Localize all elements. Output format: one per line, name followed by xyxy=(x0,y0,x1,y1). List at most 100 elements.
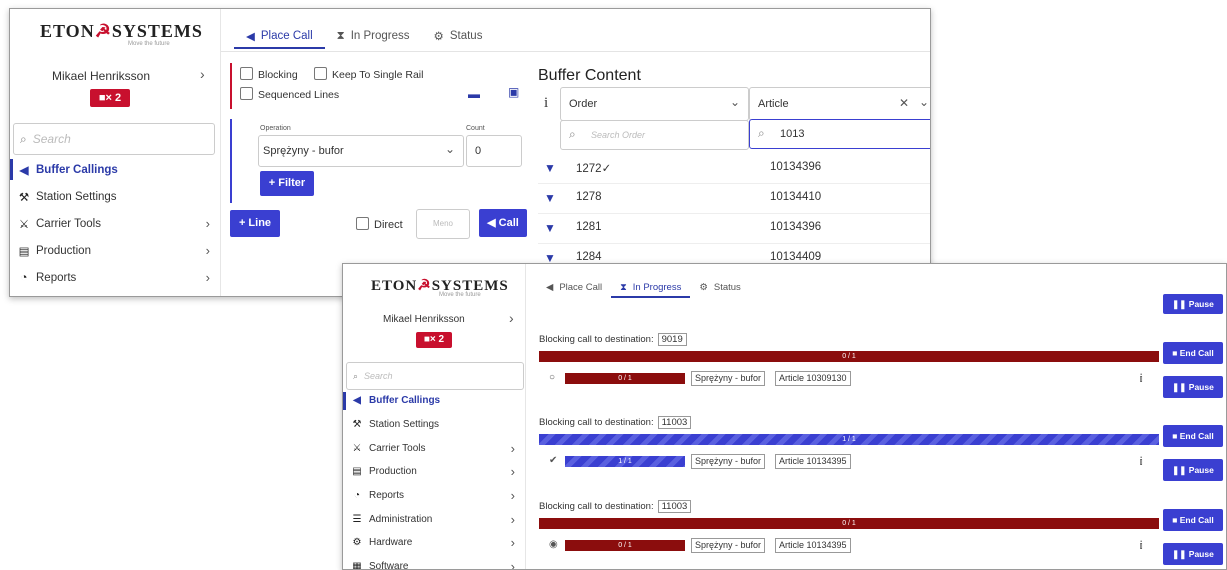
table-row[interactable]: ▼ 1278 10134410 xyxy=(538,183,930,214)
count-input[interactable]: 0 xyxy=(466,135,522,167)
operation-tag: Sprężyny - bufor xyxy=(691,371,766,386)
user-name[interactable]: Mikael Henriksson xyxy=(52,69,150,83)
article-column-select[interactable]: Article ✕ ⌄ xyxy=(749,87,930,121)
search-order-input[interactable]: ⌕ Search Order xyxy=(560,120,749,150)
chevron-down-icon: ⌄ xyxy=(918,95,929,109)
info-icon[interactable]: 𝕚 xyxy=(1139,372,1143,385)
add-line-button[interactable]: + Line xyxy=(230,210,280,237)
pause-button[interactable]: ❚❚ Pause xyxy=(1163,543,1223,565)
megaphone-icon: ◀ xyxy=(487,217,496,229)
filter-icon[interactable]: ▼ xyxy=(544,221,556,235)
end-call-button[interactable]: ■ End Call xyxy=(1163,425,1223,447)
search-input[interactable]: ⌕ Search xyxy=(13,123,215,155)
search-input[interactable]: ⌕ Search xyxy=(346,362,524,390)
nav-production[interactable]: ▤ Production › xyxy=(10,237,220,264)
tab-status[interactable]: ⚙ Status xyxy=(422,23,495,49)
pause-button[interactable]: ❚❚ Pause xyxy=(1163,376,1223,398)
radio-icon[interactable]: ◉ xyxy=(549,539,558,550)
notification-badge[interactable]: ■× 2 xyxy=(90,89,130,107)
call-button[interactable]: ◀ Call xyxy=(479,209,527,237)
nav-reports[interactable]: ◔ Reports › xyxy=(343,484,525,508)
nav-buffer-callings[interactable]: ◀ Buffer Callings xyxy=(343,389,525,413)
nav-production[interactable]: ▤ Production › xyxy=(343,460,525,484)
user-chevron-icon[interactable]: › xyxy=(509,310,514,326)
pie-chart-icon: ◔ xyxy=(353,490,361,502)
nav-station-settings[interactable]: ⚒ Station Settings xyxy=(343,413,525,437)
megaphone-icon: ◀ xyxy=(19,164,29,177)
chevron-down-icon: ⌄ xyxy=(729,95,740,109)
search-article-input[interactable]: ⌕ 1013 xyxy=(749,119,930,149)
search-icon: ⌕ xyxy=(758,126,765,140)
item-progress-bar: 0 / 1 xyxy=(565,373,685,384)
end-call-button[interactable]: ■ End Call xyxy=(1163,509,1223,531)
tools-icon: ⚔ xyxy=(18,218,30,231)
tab-status[interactable]: ⚙ Status xyxy=(690,276,749,298)
tab-in-progress[interactable]: ⧗ In Progress xyxy=(325,23,422,49)
nav-list: ◀ Buffer Callings ⚒ Station Settings ⚔ Carr… xyxy=(343,389,525,570)
tab-place-call[interactable]: ◀ Place Call xyxy=(234,23,325,49)
meno-input[interactable]: Meno xyxy=(416,209,470,239)
call-header: Blocking call to destination: 11003 xyxy=(539,416,692,429)
tab-in-progress[interactable]: ⧗ In Progress xyxy=(611,276,691,298)
nav-station-settings[interactable]: ⚒ Station Settings xyxy=(10,183,220,210)
call-header: Blocking call to destination: 9019 xyxy=(539,333,687,346)
order-column-select[interactable]: Order ⌄ xyxy=(560,87,749,121)
pause-button[interactable]: ❚❚ Pause xyxy=(1163,294,1223,314)
chevron-right-icon: › xyxy=(510,440,515,456)
nav-administration[interactable]: ☰ Administration › xyxy=(343,507,525,531)
chevron-right-icon: › xyxy=(510,511,515,527)
item-progress-bar: 1 / 1 xyxy=(565,456,685,467)
search-icon: ⌕ xyxy=(353,371,359,381)
table-row[interactable]: ▼ 1281 10134396 xyxy=(538,213,930,244)
chevron-right-icon: › xyxy=(510,559,515,570)
call-progress-bar: 0 / 1 xyxy=(539,518,1159,529)
sidebar: ETON☭SYSTEMS Move the future Mikael Henr… xyxy=(343,264,526,569)
info-icon[interactable]: 𝕚 xyxy=(1139,539,1143,552)
article-tag: Article 10134395 xyxy=(775,454,851,469)
direct-checkbox[interactable]: Direct xyxy=(356,217,403,231)
destination-badge: 9019 xyxy=(657,333,687,346)
info-icon[interactable]: 𝕚 xyxy=(1139,455,1143,468)
logo-mark-icon: ☭ xyxy=(94,21,112,41)
nav-hardware[interactable]: ⚙ Hardware › xyxy=(343,531,525,555)
nav-reports[interactable]: ◔ Reports › xyxy=(10,264,220,291)
operation-label: Operation xyxy=(260,125,291,132)
pause-button[interactable]: ❚❚ Pause xyxy=(1163,459,1223,481)
filter-button[interactable]: + Filter xyxy=(260,171,314,196)
nav-buffer-callings[interactable]: ◀ Buffer Callings xyxy=(10,156,220,183)
table-row[interactable]: ▼ 1272✓ 10134396 xyxy=(538,153,930,184)
nav-carrier-tools[interactable]: ⚔ Carrier Tools › xyxy=(343,436,525,460)
notification-badge[interactable]: ■× 2 xyxy=(416,332,452,348)
hourglass-icon: ⧗ xyxy=(336,29,345,42)
in-progress-window: ETON☭SYSTEMS Move the future Mikael Henr… xyxy=(342,263,1227,570)
operation-select[interactable]: Sprężyny - bufor ⌄ xyxy=(258,135,464,167)
megaphone-icon: ◀ xyxy=(353,395,361,407)
tab-place-call[interactable]: ◀ Place Call xyxy=(537,276,611,298)
divider xyxy=(221,51,930,52)
chevron-right-icon: › xyxy=(510,464,515,480)
filter-icon[interactable]: ▼ xyxy=(544,161,556,175)
filter-icon[interactable]: ▼ xyxy=(544,191,556,205)
nav-software[interactable]: ▦ Software › xyxy=(343,555,525,570)
factory-icon: ▤ xyxy=(18,245,30,258)
user-name[interactable]: Mikael Henriksson xyxy=(383,314,465,325)
logo-tagline: Move the future xyxy=(439,292,481,298)
blocking-checkbox[interactable]: Blocking xyxy=(240,67,298,81)
nav-carrier-tools[interactable]: ⚔ Carrier Tools › xyxy=(10,210,220,237)
destination-badge: 11003 xyxy=(657,500,692,513)
single-rail-checkbox[interactable]: Keep To Single Rail xyxy=(314,67,423,81)
radio-icon[interactable]: ○ xyxy=(549,372,555,383)
folder-icon: ■ xyxy=(98,92,106,104)
clear-icon[interactable]: ✕ xyxy=(899,96,909,110)
save-icon[interactable]: ▣ xyxy=(508,85,519,99)
end-call-button[interactable]: ■ End Call xyxy=(1163,342,1223,364)
open-folder-icon[interactable]: ▬ xyxy=(468,87,480,101)
hourglass-icon: ⧗ xyxy=(620,281,627,293)
nav-list: ◀ Buffer Callings ⚒ Station Settings ⚔ Carr… xyxy=(10,156,220,291)
pie-chart-icon: ◔ xyxy=(20,271,28,284)
sequenced-lines-checkbox[interactable]: Sequenced Lines xyxy=(240,87,339,101)
operation-tag: Sprężyny - bufor xyxy=(691,454,766,469)
user-chevron-icon[interactable]: › xyxy=(200,66,205,82)
check-circle-icon[interactable]: ✔ xyxy=(549,455,557,466)
info-icon[interactable]: i xyxy=(544,95,548,112)
